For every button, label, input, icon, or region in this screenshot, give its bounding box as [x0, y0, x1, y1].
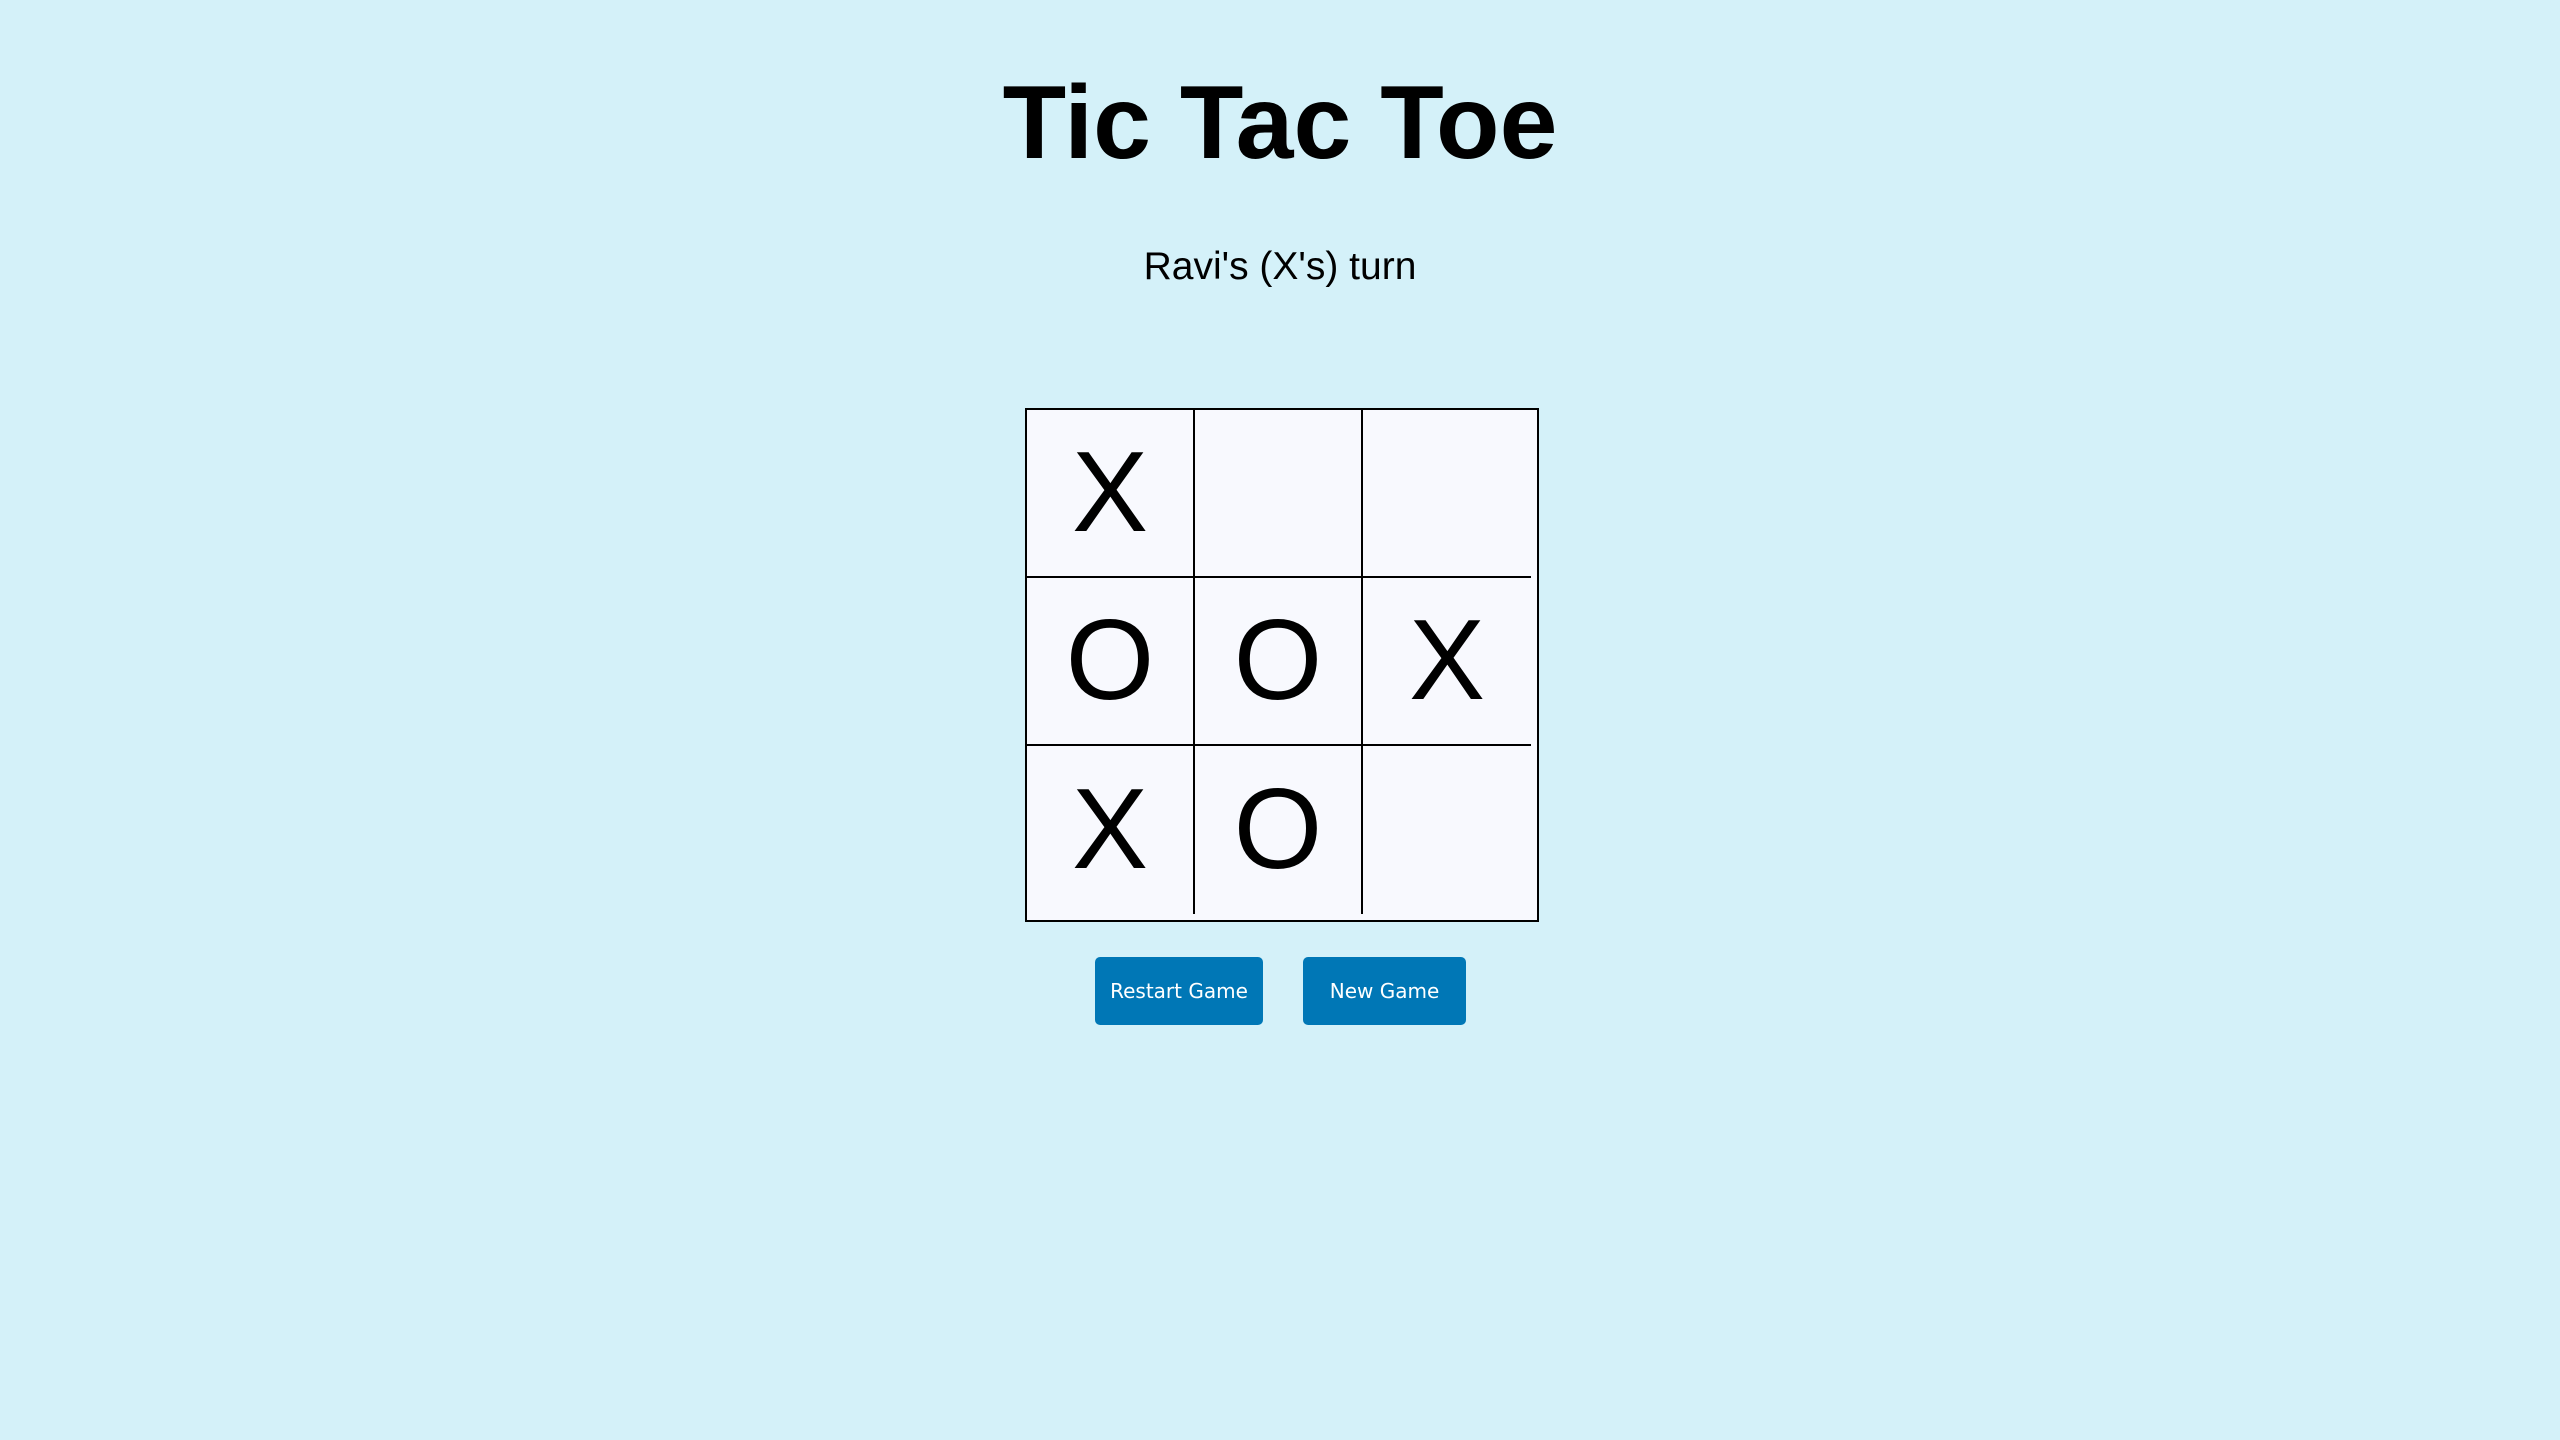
new-game-button[interactable]: New Game: [1303, 957, 1466, 1025]
board-cell-r1-c3[interactable]: [1363, 410, 1531, 578]
board-cell-r3-c1[interactable]: X: [1027, 746, 1195, 914]
game-board: X O O X X O: [1025, 408, 1539, 922]
board-cell-r1-c2[interactable]: [1195, 410, 1363, 578]
game-controls: Restart Game New Game: [1095, 957, 1466, 1025]
game-page: Tic Tac Toe Ravi's (X's) turn X O O X X …: [0, 0, 2560, 1440]
page-title: Tic Tac Toe: [1002, 65, 1558, 181]
board-cell-r2-c1[interactable]: O: [1027, 578, 1195, 746]
board-cell-r1-c1[interactable]: X: [1027, 410, 1195, 578]
board-cell-r3-c3[interactable]: [1363, 746, 1531, 914]
restart-game-button[interactable]: Restart Game: [1095, 957, 1263, 1025]
turn-status: Ravi's (X's) turn: [1143, 245, 1417, 288]
board-cell-r3-c2[interactable]: O: [1195, 746, 1363, 914]
board-cell-r2-c2[interactable]: O: [1195, 578, 1363, 746]
board-cell-r2-c3[interactable]: X: [1363, 578, 1531, 746]
